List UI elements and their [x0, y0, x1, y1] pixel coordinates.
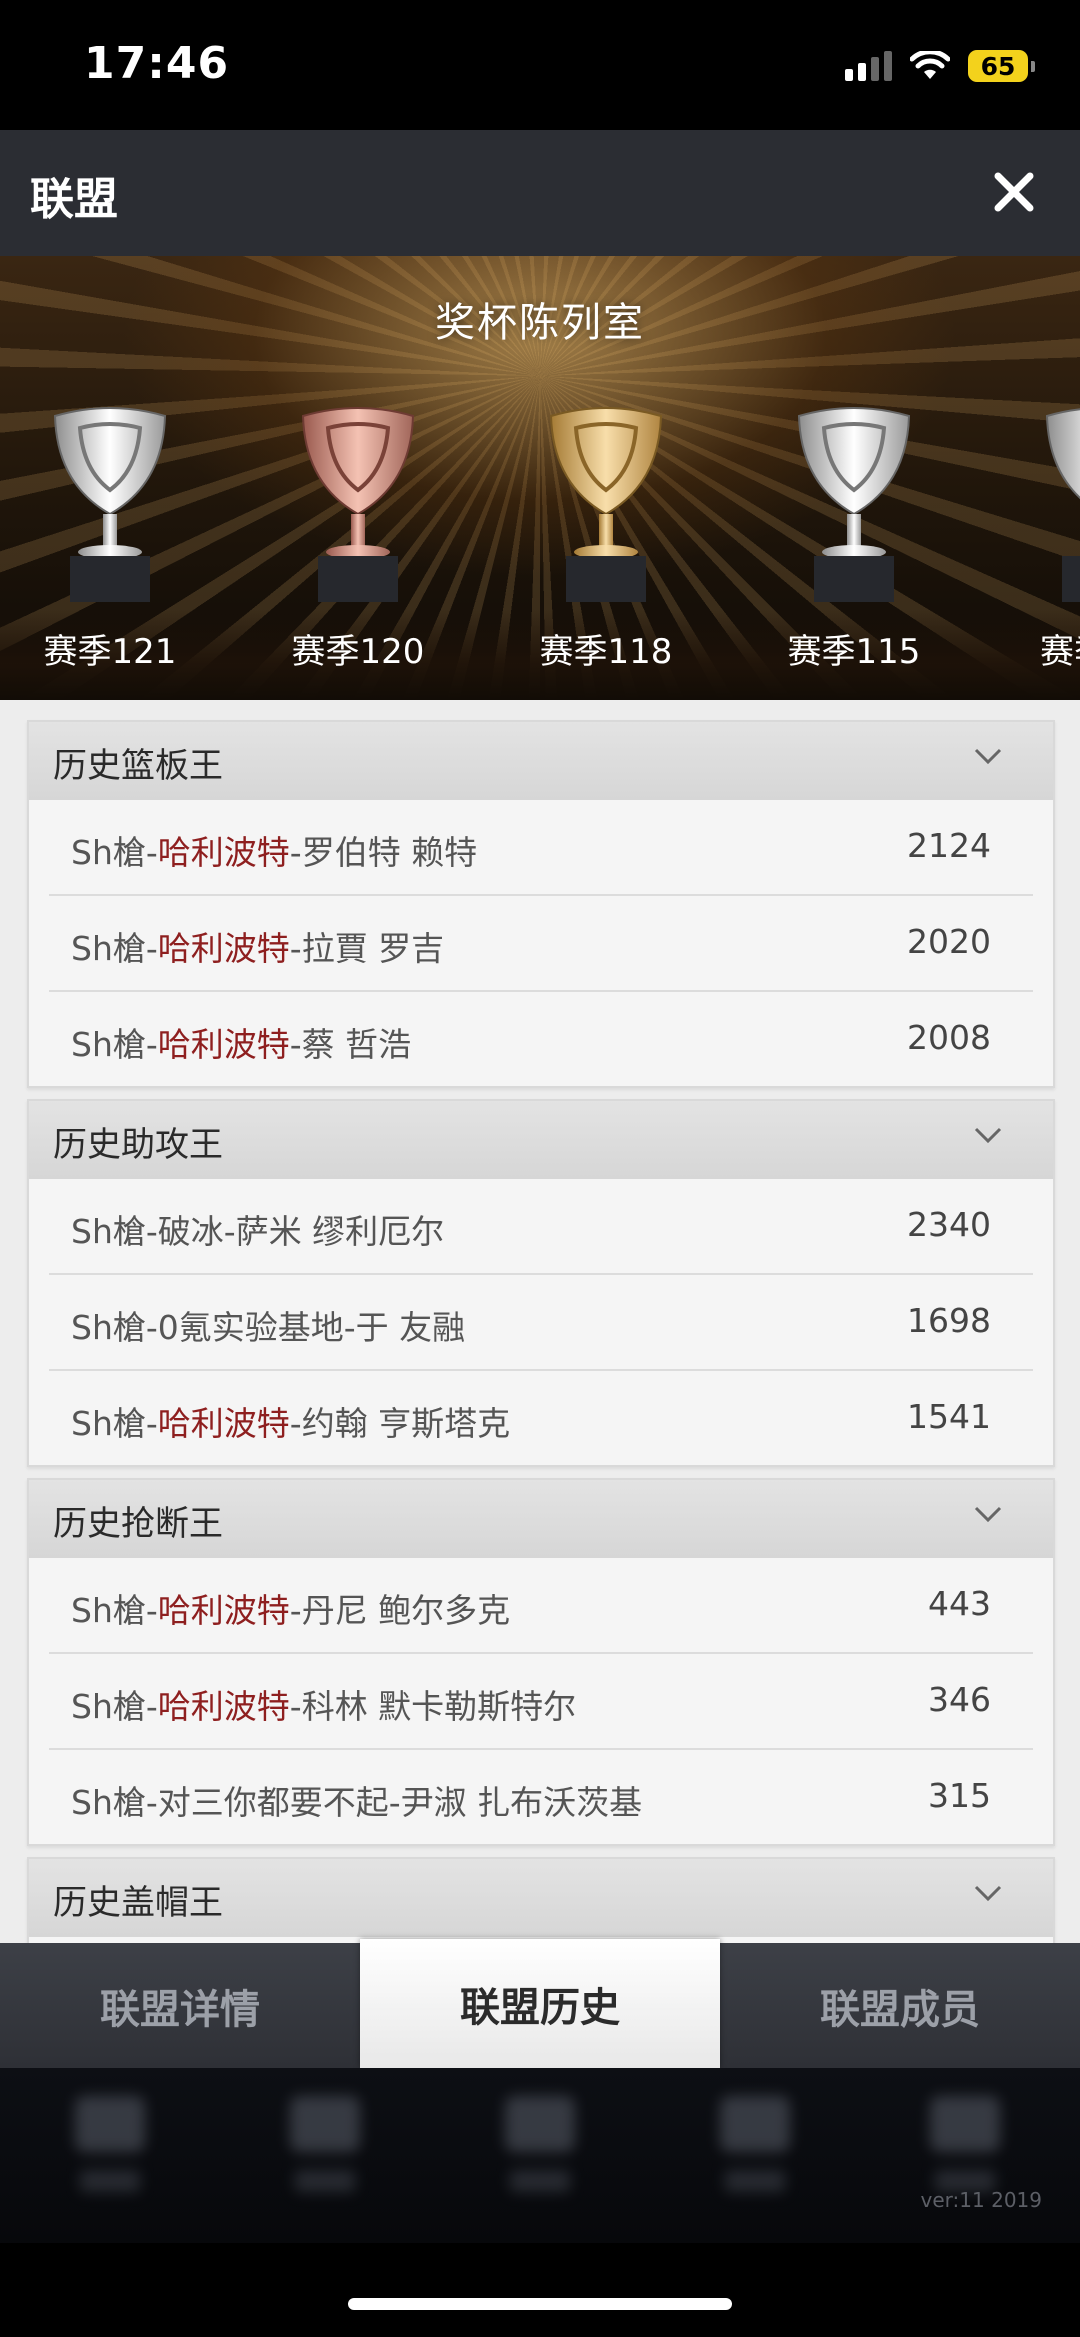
stat-value: 1541	[907, 1397, 991, 1436]
stat-value: 2008	[907, 1018, 991, 1057]
trophy-room-title: 奖杯陈列室	[435, 300, 645, 346]
player-name: 对三你都要不起-尹淑 扎布沃茨基	[157, 1783, 643, 1822]
section-title: 历史篮板王	[53, 746, 223, 786]
battery-level: 65	[980, 51, 1016, 81]
battery-icon: 65	[968, 50, 1035, 82]
silver-trophy-icon	[53, 407, 167, 602]
team-name: 哈利波特	[157, 1404, 290, 1443]
title-bar: 联盟	[0, 130, 1080, 258]
stat-value: 2340	[907, 1205, 991, 1244]
page-title: 联盟	[30, 174, 118, 225]
player-name: -丹尼 鲍尔多克	[289, 1591, 511, 1630]
trophy-item[interactable]: 赛季118	[516, 406, 696, 696]
chevron-down-icon[interactable]	[973, 746, 1003, 768]
silver-trophy-icon	[797, 407, 911, 602]
team-name: 哈利波特	[157, 1687, 290, 1726]
gold-trophy-icon	[549, 407, 663, 602]
section-title: 历史盖帽王	[53, 1883, 223, 1923]
chevron-down-icon[interactable]	[973, 1883, 1003, 1905]
stat-value: 315	[928, 1776, 991, 1815]
team-name: 哈利波特	[157, 833, 290, 872]
blocks-king-section: 历史盖帽王	[27, 1857, 1055, 1945]
list-item: Sh槍-哈利波特-约翰 亨斯塔克 1541	[71, 1397, 991, 1443]
chevron-down-icon[interactable]	[973, 1125, 1003, 1147]
wifi-icon	[910, 51, 950, 79]
section-header[interactable]: 历史抢断王	[29, 1480, 1053, 1558]
list-item: Sh槍-0氪实验基地-于 友融 1698	[49, 1275, 1033, 1371]
bottom-tab-bar: 联盟详情 联盟历史 联盟成员	[0, 1939, 1080, 2068]
list-item: Sh槍-对三你都要不起-尹淑 扎布沃茨基 315	[71, 1776, 991, 1822]
trophy-label: 赛季118	[539, 632, 673, 672]
stat-value: 443	[928, 1584, 991, 1623]
trophy-item[interactable]: 赛季121	[20, 406, 200, 696]
signal-icon	[845, 51, 892, 81]
section-header[interactable]: 历史助攻王	[29, 1101, 1053, 1179]
trophy-item[interactable]: 赛季115	[764, 406, 944, 696]
tab-league-members[interactable]: 联盟成员	[720, 1943, 1080, 2068]
blurred-background-nav: ver:11 2019	[0, 2068, 1080, 2243]
stat-value: 1698	[907, 1301, 991, 1340]
trophy-item[interactable]: 赛季	[1012, 406, 1080, 696]
list-item: Sh槍-破冰-萨米 缪利厄尔 2340	[49, 1179, 1033, 1275]
list-item: Sh槍-哈利波特-丹尼 鲍尔多克 443	[49, 1558, 1033, 1654]
status-bar: 17:46 65	[0, 0, 1080, 130]
tab-league-details[interactable]: 联盟详情	[0, 1943, 360, 2068]
trophy-room-banner: 奖杯陈列室 赛季121 赛季120 赛季118 赛季115 赛	[0, 256, 1080, 700]
trophy-label: 赛季	[1040, 632, 1080, 672]
player-name: -拉賈 罗吉	[289, 929, 445, 968]
silver-trophy-icon	[1045, 408, 1080, 602]
section-title: 历史助攻王	[53, 1125, 223, 1165]
section-title: 历史抢断王	[53, 1504, 223, 1544]
list-item: Sh槍-哈利波特-科林 默卡勒斯特尔 346	[49, 1654, 1033, 1750]
steals-king-section: 历史抢断王 Sh槍-哈利波特-丹尼 鲍尔多克 443 Sh槍-哈利波特-科林 默…	[27, 1478, 1055, 1846]
team-name: 哈利波特	[157, 1025, 290, 1064]
trophy-label: 赛季115	[787, 632, 921, 672]
close-icon[interactable]	[982, 160, 1046, 224]
section-header[interactable]: 历史篮板王	[29, 722, 1053, 800]
assists-king-section: 历史助攻王 Sh槍-破冰-萨米 缪利厄尔 2340 Sh槍-0氪实验基地-于 友…	[27, 1099, 1055, 1467]
bronze-trophy-icon	[301, 407, 415, 602]
player-name: 破冰-萨米 缪利厄尔	[157, 1212, 445, 1251]
list-item: Sh槍-哈利波特-拉賈 罗吉 2020	[49, 896, 1033, 992]
rebounds-king-section: 历史篮板王 Sh槍-哈利波特-罗伯特 赖特 2124 Sh槍-哈利波特-拉賈 罗…	[27, 720, 1055, 1088]
trophy-label: 赛季121	[43, 632, 177, 672]
tab-league-history[interactable]: 联盟历史	[360, 1939, 720, 2068]
player-name: -科林 默卡勒斯特尔	[289, 1687, 577, 1726]
list-item: Sh槍-哈利波特-蔡 哲浩 2008	[71, 1018, 991, 1064]
league-history-content[interactable]: 历史篮板王 Sh槍-哈利波特-罗伯特 赖特 2124 Sh槍-哈利波特-拉賈 罗…	[0, 700, 1080, 1945]
team-name: 哈利波特	[157, 1591, 290, 1630]
chevron-down-icon[interactable]	[973, 1504, 1003, 1526]
player-name: -约翰 亨斯塔克	[289, 1404, 511, 1443]
team-name: 哈利波特	[157, 929, 290, 968]
stat-value: 346	[928, 1680, 991, 1719]
player-name: -蔡 哲浩	[289, 1025, 412, 1064]
home-indicator[interactable]	[348, 2298, 732, 2310]
version-text: ver:11 2019	[920, 2188, 1042, 2212]
player-name: 0氪实验基地-于 友融	[157, 1308, 466, 1347]
list-item: Sh槍-哈利波特-罗伯特 赖特 2124	[49, 800, 1033, 896]
trophy-item[interactable]: 赛季120	[268, 406, 448, 696]
player-name: -罗伯特 赖特	[289, 833, 478, 872]
trophy-label: 赛季120	[291, 632, 425, 672]
section-header[interactable]: 历史盖帽王	[29, 1859, 1053, 1937]
status-time: 17:46	[84, 38, 230, 89]
stat-value: 2124	[907, 826, 991, 865]
stat-value: 2020	[907, 922, 991, 961]
